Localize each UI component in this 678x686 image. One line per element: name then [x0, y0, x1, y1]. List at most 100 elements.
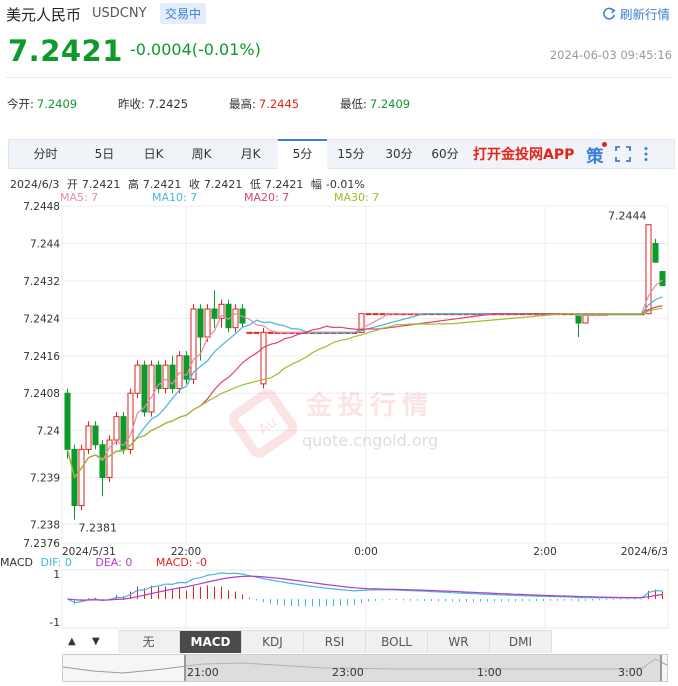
candle-down	[659, 271, 666, 287]
nav-down-button[interactable]: ▼	[92, 636, 100, 647]
svg-text:Au: Au	[256, 414, 280, 438]
macd-title: MACD	[0, 556, 33, 569]
stat-prev-value: 7.2425	[147, 97, 189, 111]
macd-y-top: 1	[53, 569, 60, 581]
stat-high-value: 7.2445	[258, 97, 300, 111]
x-tick-label: 0:00	[354, 546, 378, 558]
indicator-tab-macd[interactable]: MACD	[180, 631, 242, 653]
candle-down	[92, 425, 99, 446]
ohlc-amp: -0.01%	[325, 178, 365, 191]
candle-up	[190, 308, 197, 380]
candle-up	[134, 364, 141, 394]
tab-weekly-k[interactable]: 周K	[180, 140, 223, 168]
candle-down	[64, 392, 71, 450]
more-icon[interactable]	[643, 146, 649, 162]
tab-5day[interactable]: 5日	[82, 140, 127, 168]
ohlc-open: 7.2421	[81, 178, 121, 191]
candle-up	[260, 331, 267, 385]
tab-monthly-k[interactable]: 月K	[223, 140, 278, 168]
ohlc-low-label: 低	[249, 178, 261, 191]
tab-daily-k[interactable]: 日K	[127, 140, 180, 168]
watermark-text: 金投行情	[306, 391, 435, 421]
y-tick-label: 7.239	[30, 472, 60, 484]
ohlc-date: 2024/6/3	[10, 178, 60, 191]
y-tick-label: 7.2376	[23, 538, 60, 550]
x-tick-label: 2:00	[533, 546, 557, 558]
tab-5min[interactable]: 5分	[278, 138, 327, 169]
candle-up	[204, 308, 211, 338]
stat-low: 最低: 7.2409	[340, 96, 410, 112]
refresh-label: 刷新行情	[619, 7, 670, 22]
tab-15min[interactable]: 15分	[327, 140, 375, 168]
y-tick-label: 7.2424	[23, 313, 60, 325]
y-tick-label: 7.2448	[23, 201, 60, 213]
watermark-logo: Au	[228, 389, 298, 458]
strategy-icon-label: 策	[586, 146, 604, 167]
open-app-link[interactable]: 打开金投网APP	[473, 144, 574, 164]
fullscreen-icon[interactable]	[615, 146, 632, 162]
x-tick-label: 2024/6/3	[621, 546, 668, 558]
tab-timeshare[interactable]: 分时	[9, 140, 82, 168]
ohlc-low: 7.2421	[264, 178, 304, 191]
ohlc-high: 7.2421	[142, 178, 182, 191]
y-tick-label: 7.2408	[23, 388, 60, 400]
macd-dif-line	[67, 572, 663, 604]
indicator-tab-boll[interactable]: BOLL	[366, 631, 428, 653]
refresh-icon	[603, 7, 616, 20]
stat-prev-label: 昨收:	[118, 97, 145, 111]
y-tick-label: 7.2432	[23, 276, 60, 288]
symbol-code: USDCNY	[92, 6, 147, 21]
ohlc-high-label: 高	[127, 178, 139, 191]
ohlc-close-label: 收	[188, 178, 200, 191]
candle-up	[78, 448, 85, 507]
stat-open-value: 7.2409	[36, 97, 78, 111]
tab-60min[interactable]: 60分	[423, 140, 467, 168]
macd-y-bottom: -1	[50, 617, 60, 629]
stat-low-value: 7.2409	[369, 97, 411, 111]
ohlc-readout: 2024/6/3 开 7.2421 高 7.2421 收 7.2421 低 7.2421…	[10, 176, 369, 192]
watermark-url: quote.cngold.org	[302, 431, 439, 450]
indicator-tab-wr[interactable]: WR	[428, 631, 490, 653]
stat-high-label: 最高:	[229, 97, 256, 111]
ohlc-amp-label: 幅	[310, 178, 322, 191]
strategy-icon[interactable]: 策	[586, 141, 608, 167]
indicator-tabs: 无 MACD KDJ RSI BOLL WR DMI	[118, 630, 552, 654]
candle-up	[365, 313, 372, 316]
macd-dea-line	[67, 575, 663, 601]
min-annotation: 7.2381	[79, 522, 118, 535]
indicator-tab-rsi[interactable]: RSI	[304, 631, 366, 653]
candle-up	[253, 331, 260, 334]
candle-down	[652, 242, 659, 263]
price-change: -0.0004(-0.01%)	[130, 40, 261, 59]
divider	[6, 77, 672, 78]
macd-border	[61, 569, 669, 629]
candle-up	[379, 313, 386, 316]
indicator-tab-none[interactable]: 无	[118, 631, 180, 653]
y-tick-label: 7.244	[30, 238, 60, 250]
macd-legend: MACD DIF: 0 DEA: 0 MACD: -0	[0, 556, 207, 569]
range-label-1: 23:00	[332, 666, 364, 679]
candle-up	[246, 331, 253, 334]
range-window-handle[interactable]	[184, 655, 662, 681]
indicator-tab-kdj[interactable]: KDJ	[242, 631, 304, 653]
stat-open-label: 今开:	[7, 97, 34, 111]
y-tick-label: 7.24	[37, 426, 61, 438]
candle-up	[127, 392, 134, 450]
candle-up	[148, 364, 155, 413]
candle-up	[232, 308, 239, 329]
candle-down	[225, 303, 232, 329]
refresh-button[interactable]: 刷新行情	[602, 4, 670, 23]
tab-30min[interactable]: 30分	[375, 140, 423, 168]
trading-status-badge: 交易中	[160, 3, 207, 24]
candle-up	[372, 313, 379, 316]
y-tick-label: 7.2416	[23, 351, 60, 363]
stat-low-label: 最低:	[340, 97, 367, 111]
range-label-0: 21:00	[187, 666, 219, 679]
stat-prev-close: 昨收: 7.2425	[118, 96, 188, 112]
max-annotation: 7.2444	[608, 210, 647, 223]
indicator-tab-dmi[interactable]: DMI	[490, 631, 552, 653]
candle-up	[267, 331, 274, 334]
symbol-name: 美元人民币	[6, 6, 82, 24]
nav-up-button[interactable]: ▲	[68, 636, 76, 647]
macd-dif: DIF: 0	[40, 556, 72, 569]
